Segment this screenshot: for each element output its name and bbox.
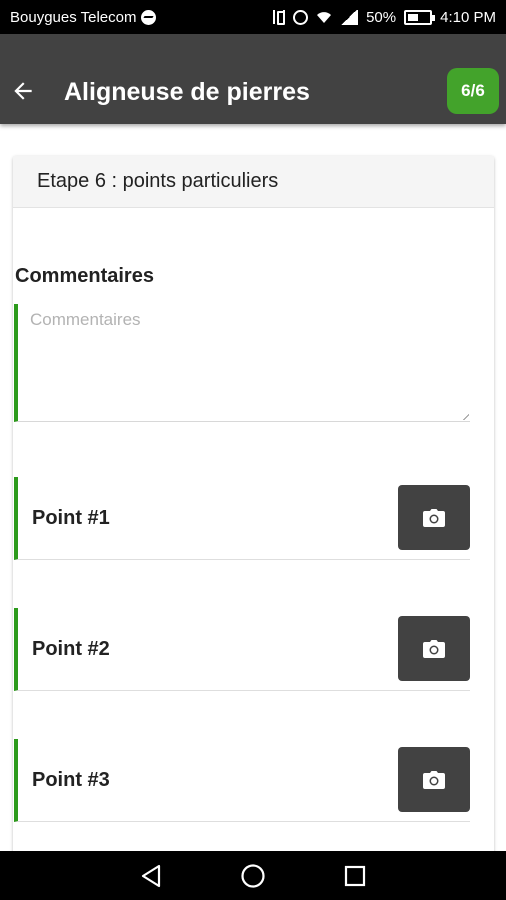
back-arrow-icon[interactable] <box>10 78 36 104</box>
nav-recents-button[interactable] <box>340 861 370 891</box>
camera-button[interactable] <box>398 747 470 812</box>
app-bar: Aligneuse de pierres 6/6 <box>0 34 506 124</box>
nav-recents-icon <box>344 865 366 886</box>
page-title: Aligneuse de pierres <box>64 78 310 106</box>
nav-home-icon <box>241 863 265 888</box>
wifi-icon <box>317 12 332 23</box>
step-title: Etape 6 : points particuliers <box>37 170 279 192</box>
card-header: Etape 6 : points particuliers <box>13 156 494 208</box>
system-nav-bar <box>0 851 506 900</box>
point-label: Point #2 <box>32 638 110 660</box>
comments-label: Commentaires <box>15 265 154 287</box>
signal-icon <box>340 9 359 25</box>
nav-back-icon <box>141 864 161 887</box>
point-row: Point #3 <box>14 739 470 822</box>
nav-back-button[interactable] <box>136 861 166 891</box>
step-badge: 6/6 <box>447 68 499 114</box>
battery-percent: 50% <box>366 8 397 26</box>
status-left: Bouygues Telecom <box>10 8 157 26</box>
carrier-name: Bouygues Telecom <box>10 8 137 26</box>
point-label: Point #1 <box>32 507 110 529</box>
battery-icon <box>404 9 436 25</box>
status-bar: Bouygues Telecom 50% 4:10 PM <box>0 0 506 34</box>
nav-home-button[interactable] <box>238 861 268 891</box>
comments-field <box>14 304 470 422</box>
point-label: Point #3 <box>32 769 110 791</box>
resize-handle[interactable] <box>462 413 469 420</box>
camera-icon <box>423 770 445 789</box>
clock: 4:10 PM <box>440 8 496 26</box>
status-right: 50% 4:10 PM <box>273 9 496 26</box>
camera-button[interactable] <box>398 485 470 550</box>
vibrate-icon <box>273 10 286 25</box>
point-row: Point #2 <box>14 608 470 691</box>
camera-icon <box>423 508 445 527</box>
comments-input[interactable] <box>18 304 470 421</box>
camera-button[interactable] <box>398 616 470 681</box>
point-row: Point #1 <box>14 477 470 560</box>
alarm-icon <box>293 9 309 25</box>
camera-icon <box>423 639 445 658</box>
messenger-icon <box>141 9 157 25</box>
